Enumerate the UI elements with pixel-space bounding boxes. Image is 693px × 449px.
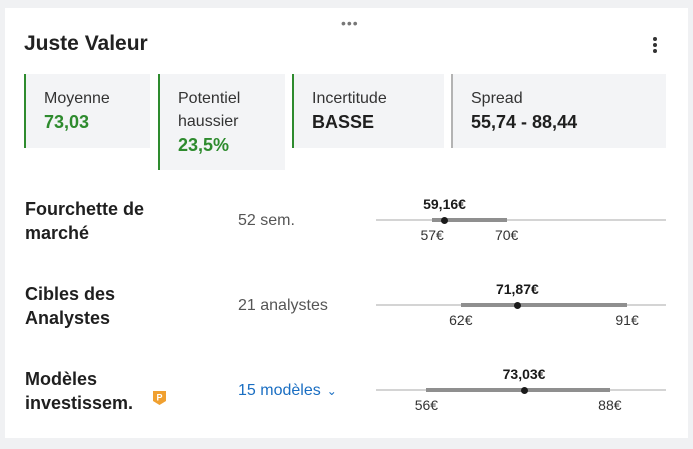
investment-models-bar: 73,03€ 56€ 88€	[376, 363, 666, 413]
low-value-label: 57€	[420, 227, 444, 243]
market-range-period: 52 sem.	[238, 212, 295, 229]
low-value-label: 62€	[449, 312, 473, 328]
stat-spread: Spread 55,74 - 88,44	[451, 74, 666, 148]
stat-spread-label: Spread	[471, 90, 523, 107]
more-vertical-icon[interactable]	[647, 34, 663, 56]
chevron-down-icon: ⌄	[326, 384, 337, 398]
stat-upside-value: 23,5%	[178, 135, 230, 155]
high-value-label: 91€	[615, 312, 639, 328]
stat-uncertainty: Incertitude BASSE	[292, 74, 444, 148]
stat-average-value: 73,03	[44, 112, 90, 132]
card-title: Juste Valeur	[24, 32, 148, 55]
stat-average: Moyenne 73,03	[24, 74, 150, 148]
models-dropdown[interactable]: 15 modèles ⌄	[238, 382, 337, 400]
stat-upside: Potentiel haussier 23,5%	[158, 74, 285, 170]
current-value-dot	[520, 386, 528, 394]
stat-uncertainty-value: BASSE	[312, 112, 375, 132]
current-value-label: 73,03€	[502, 366, 546, 382]
high-value-label: 88€	[598, 397, 622, 413]
current-value-label: 59,16€	[423, 196, 466, 212]
stat-average-label: Moyenne	[44, 90, 110, 107]
range-band	[426, 388, 610, 392]
range-band	[460, 303, 628, 307]
high-value-label: 70€	[494, 227, 519, 243]
analyst-targets-bar: 71,87€ 62€ 91€	[376, 278, 666, 328]
stat-spread-value: 55,74 - 88,44	[471, 112, 578, 132]
models-dropdown-label: 15 modèles	[238, 382, 321, 399]
low-value-label: 56€	[414, 397, 439, 413]
pro-badge-icon: P	[153, 391, 166, 405]
market-range-bar: 59,16€ 57€ 70€	[376, 193, 666, 243]
analyst-targets-title: Cibles des Analystes	[25, 284, 116, 328]
current-value-dot	[513, 301, 521, 309]
range-track	[376, 219, 666, 221]
current-value-dot	[441, 216, 449, 224]
stat-upside-label: Potentiel haussier	[178, 90, 241, 130]
investment-models-title: Modèles investissem.	[25, 369, 134, 413]
market-range-title: Fourchette de marché	[25, 199, 145, 243]
svg-text:P: P	[156, 393, 162, 403]
current-value-label: 71,87€	[495, 281, 539, 297]
fair-value-card: ••• Juste Valeur Moyenne 73,03 Potentiel…	[5, 8, 688, 438]
drag-handle-icon[interactable]: •••	[341, 16, 359, 30]
stat-uncertainty-label: Incertitude	[312, 90, 387, 107]
analyst-count: 21 analystes	[238, 297, 328, 314]
